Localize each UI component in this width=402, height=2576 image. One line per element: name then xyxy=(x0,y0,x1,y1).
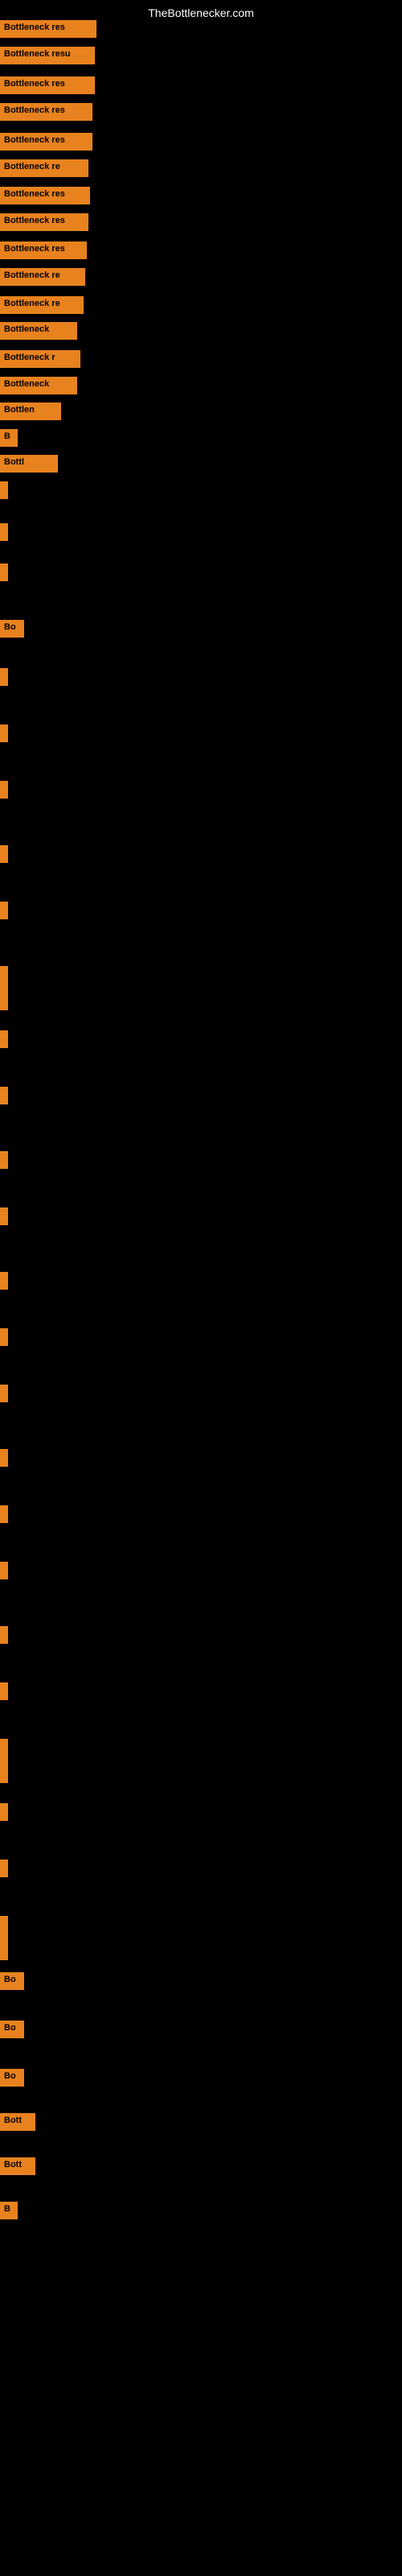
bottleneck-item-43: Bo xyxy=(0,1972,24,1990)
bottleneck-item-0: Bottleneck res xyxy=(0,20,96,38)
bottleneck-item-20: Bo xyxy=(0,620,24,638)
bottleneck-item-16: Bottl xyxy=(0,455,58,473)
bottleneck-marker-18 xyxy=(0,523,8,541)
bottleneck-item-46: Bott xyxy=(0,2113,35,2131)
bottleneck-item-14: Bottlen xyxy=(0,402,61,420)
bottleneck-item-26 xyxy=(0,966,8,1010)
bottleneck-item-8: Bottleneck res xyxy=(0,242,87,259)
bottleneck-item-4: Bottleneck res xyxy=(0,133,92,151)
bottleneck-marker-38 xyxy=(0,1682,8,1700)
bottleneck-marker-35 xyxy=(0,1505,8,1523)
bottleneck-item-47: Bott xyxy=(0,2157,35,2175)
bottleneck-item-45: Bo xyxy=(0,2069,24,2087)
bottleneck-item-15: B xyxy=(0,429,18,447)
bottleneck-marker-17 xyxy=(0,481,8,499)
bottleneck-marker-37 xyxy=(0,1626,8,1644)
bottleneck-item-11: Bottleneck xyxy=(0,322,77,340)
bottleneck-marker-30 xyxy=(0,1208,8,1225)
bottleneck-item-5: Bottleneck re xyxy=(0,159,88,177)
bottleneck-marker-22 xyxy=(0,724,8,742)
bottleneck-marker-29 xyxy=(0,1151,8,1169)
bottleneck-item-48: B xyxy=(0,2202,18,2219)
bottleneck-marker-32 xyxy=(0,1328,8,1346)
bottleneck-marker-36 xyxy=(0,1562,8,1579)
bottleneck-item-12: Bottleneck r xyxy=(0,350,80,368)
bottleneck-item-13: Bottleneck xyxy=(0,377,77,394)
bottleneck-marker-24 xyxy=(0,845,8,863)
bottleneck-item-44: Bo xyxy=(0,2021,24,2038)
bottleneck-item-3: Bottleneck res xyxy=(0,103,92,121)
bottleneck-item-42 xyxy=(0,1916,8,1960)
bottleneck-marker-21 xyxy=(0,668,8,686)
bottleneck-marker-31 xyxy=(0,1272,8,1290)
bottleneck-marker-33 xyxy=(0,1385,8,1402)
bottleneck-marker-23 xyxy=(0,781,8,799)
bottleneck-item-39 xyxy=(0,1739,8,1783)
bottleneck-marker-28 xyxy=(0,1087,8,1104)
bottleneck-item-6: Bottleneck res xyxy=(0,187,90,204)
bottleneck-marker-25 xyxy=(0,902,8,919)
bottleneck-marker-19 xyxy=(0,564,8,581)
bottleneck-marker-34 xyxy=(0,1449,8,1467)
bottleneck-item-10: Bottleneck re xyxy=(0,296,84,314)
bottleneck-marker-27 xyxy=(0,1030,8,1048)
bottleneck-item-7: Bottleneck res xyxy=(0,213,88,231)
bottleneck-item-1: Bottleneck resu xyxy=(0,47,95,64)
bottleneck-marker-40 xyxy=(0,1803,8,1821)
bottleneck-item-9: Bottleneck re xyxy=(0,268,85,286)
bottleneck-marker-41 xyxy=(0,1860,8,1877)
bottleneck-item-2: Bottleneck res xyxy=(0,76,95,94)
